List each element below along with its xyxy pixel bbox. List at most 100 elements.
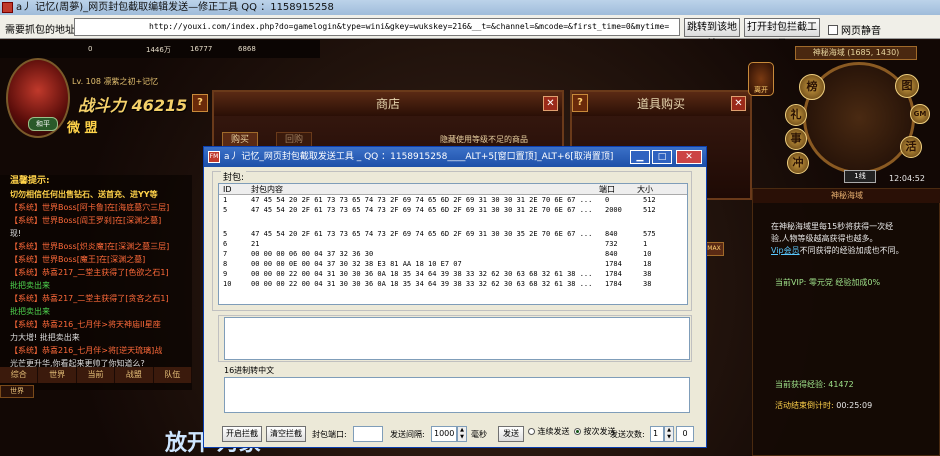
chat-line: 【系统】恭喜216_七月伴>将天神庙II星座 bbox=[10, 320, 161, 329]
packet-id: 9 bbox=[223, 270, 228, 278]
bind-gold-count: 16777 bbox=[190, 45, 213, 53]
chat-line: 切勿相信任何出售钻石、送首充、进YY等 bbox=[10, 190, 158, 199]
packet-content: 47 45 54 20 2F 61 73 73 65 74 73 2F 69 7… bbox=[251, 206, 593, 214]
jump-button[interactable]: 跳转到该地址 bbox=[684, 18, 740, 50]
continuous-send-radio[interactable]: 连续发送 bbox=[528, 426, 570, 437]
map-button[interactable]: 图 bbox=[895, 74, 919, 98]
packet-row[interactable]: 6 21 732 1 bbox=[219, 240, 687, 248]
packet-row[interactable]: 10 00 00 00 22 00 04 31 30 30 36 0A 18 35… bbox=[219, 280, 687, 288]
continuous-send-label: 连续发送 bbox=[537, 427, 570, 436]
event-desc-line: 验,人物等级越高获得也越多。 bbox=[771, 234, 878, 243]
packet-size: 575 bbox=[643, 230, 656, 238]
close-icon[interactable]: ✕ bbox=[731, 96, 746, 111]
times-label: 发送次数: bbox=[610, 430, 645, 439]
recharge-button[interactable]: 冲 bbox=[787, 152, 809, 174]
url-input[interactable]: http://youxi.com/index.php?do=gamelogin&… bbox=[74, 18, 680, 36]
packet-port: 1784 bbox=[605, 270, 622, 278]
chat-line: 【系统】世界Boss[阎王罗刹]在[深渊之墓] bbox=[10, 216, 162, 225]
chat-tab-all[interactable]: 综合 bbox=[0, 367, 39, 383]
packet-size: 10 bbox=[643, 250, 652, 258]
col-content[interactable]: 封包内容 bbox=[251, 184, 283, 195]
hex-convert-label: 16进制转中文 bbox=[224, 366, 275, 375]
packet-row[interactable]: 7 00 00 00 06 00 04 37 32 36 30 840 10 bbox=[219, 250, 687, 258]
send-button[interactable]: 发送 bbox=[498, 426, 524, 442]
packet-id: 5 bbox=[223, 206, 228, 214]
leave-button[interactable]: 离开 bbox=[748, 62, 774, 96]
countdown: 活动结束倒计时: 00:25:09 bbox=[775, 400, 872, 411]
packet-row[interactable] bbox=[219, 216, 687, 224]
send-counter: 0 bbox=[676, 426, 694, 442]
clear-intercept-button[interactable]: 清空拦截 bbox=[266, 426, 306, 442]
packet-size: 512 bbox=[643, 206, 656, 214]
countdown-label: 活动结束倒计时: bbox=[775, 401, 834, 410]
exp-gained: 当前获得经验: 41472 bbox=[775, 380, 854, 389]
packet-row[interactable]: 1 47 45 54 20 2F 61 73 73 65 74 73 2F 69 … bbox=[219, 196, 687, 204]
packet-id: 7 bbox=[223, 250, 228, 258]
start-intercept-button[interactable]: 开启拦截 bbox=[222, 426, 262, 442]
event-desc-line: 不同获得的经验加成也不同。 bbox=[799, 246, 904, 255]
chat-link[interactable]: 批把卖出来 bbox=[0, 305, 192, 318]
top-stats: 0 1446万 16777 6868 bbox=[0, 40, 320, 58]
packet-row[interactable]: 5 47 45 54 20 2F 61 73 73 65 74 73 2F 69 … bbox=[219, 206, 687, 214]
col-port[interactable]: 端口 bbox=[599, 184, 615, 195]
tool-app-icon: FM bbox=[208, 151, 220, 163]
packet-port: 1784 bbox=[605, 260, 622, 268]
packet-size: 512 bbox=[643, 196, 656, 204]
activity-button[interactable]: 活 bbox=[900, 136, 922, 158]
packet-detail-textarea[interactable] bbox=[224, 317, 690, 360]
hex-convert-textarea[interactable] bbox=[224, 377, 690, 413]
mute-checkbox[interactable]: 网页静音 bbox=[828, 22, 881, 37]
event-title: 神秘海域 bbox=[753, 189, 940, 203]
open-tool-button[interactable]: 打开封包拦截工具 bbox=[744, 18, 820, 50]
packet-size: 38 bbox=[643, 280, 652, 288]
packet-size: 1 bbox=[643, 240, 648, 248]
packet-size: 38 bbox=[643, 270, 652, 278]
shop-title: 商店 bbox=[214, 92, 562, 116]
packet-row[interactable]: 5 47 45 54 20 2F 61 73 73 65 74 73 2F 69 … bbox=[219, 230, 687, 238]
packet-list-header: ID 封包内容 端口 大小 bbox=[219, 184, 687, 195]
gm-button[interactable]: GM bbox=[910, 104, 930, 124]
window-title: a丿 记忆(周夢)_网页封包截取编辑发送—修正工具 QQ ：1158915258 bbox=[16, 2, 334, 13]
url-bar: 需要抓包的地址: http://youxi.com/index.php?do=g… bbox=[0, 15, 940, 50]
server-line-selector[interactable]: 1线 bbox=[844, 170, 876, 183]
max-button[interactable]: MAX bbox=[704, 242, 724, 256]
chat-link[interactable]: 批把卖出来 bbox=[0, 279, 192, 292]
chat-tab-world[interactable]: 世界 bbox=[38, 367, 77, 383]
col-size[interactable]: 大小 bbox=[637, 184, 653, 195]
vip-link[interactable]: Vip会员 bbox=[771, 246, 800, 255]
player-level: Lv. 108 凛紫之初+记忆 bbox=[72, 77, 159, 86]
ranking-button[interactable]: 榜 bbox=[799, 74, 825, 100]
item-purchase-title: 道具购买 bbox=[572, 92, 750, 116]
countdown-value: 00:25:09 bbox=[836, 401, 873, 410]
times-input[interactable]: 1 bbox=[650, 426, 664, 442]
chat-tab-guild[interactable]: 战盟 bbox=[115, 367, 154, 383]
packet-row[interactable]: 9 00 00 00 22 00 04 31 30 30 36 0A 18 35 … bbox=[219, 270, 687, 278]
help-icon[interactable]: ? bbox=[572, 94, 588, 112]
event-info-panel: 神秘海域 在神秘海域里每15秒将获得一次经 验,人物等级越高获得也越多。 Vip… bbox=[752, 188, 940, 456]
close-icon[interactable]: ✕ bbox=[543, 96, 558, 111]
help-icon[interactable]: ? bbox=[192, 94, 208, 112]
ms-label: 毫秒 bbox=[471, 430, 487, 439]
packet-list[interactable]: ID 封包内容 端口 大小 1 47 45 54 20 2F 61 73 73 6… bbox=[218, 183, 688, 305]
guild-name: 微 盟 bbox=[67, 121, 98, 136]
gift-button[interactable]: 礼 bbox=[785, 104, 807, 126]
packet-row[interactable]: 8 00 00 00 0E 00 04 37 30 32 38 E3 81 AA … bbox=[219, 260, 687, 268]
interval-spinner[interactable]: ▲ ▼ bbox=[457, 426, 467, 442]
packet-id: 8 bbox=[223, 260, 228, 268]
minimize-icon[interactable]: ▁ bbox=[630, 150, 650, 164]
diamond-count: 0 bbox=[88, 45, 93, 53]
world-channel-button[interactable]: 世界 bbox=[0, 385, 34, 398]
times-spinner[interactable]: ▲ ▼ bbox=[664, 426, 674, 442]
close-icon[interactable]: ✕ bbox=[676, 150, 702, 164]
mute-label: 网页静音 bbox=[841, 26, 881, 37]
chat-line: 【系统】恭喜217_二堂主获得了[贪吝之石1] bbox=[10, 294, 169, 303]
maximize-icon[interactable]: □ bbox=[652, 150, 672, 164]
shop-hide-hint[interactable]: 隐藏使用等级不足的商品 bbox=[440, 134, 528, 145]
col-id[interactable]: ID bbox=[223, 184, 232, 195]
chat-tab-local[interactable]: 当前 bbox=[77, 367, 116, 383]
peace-mode-badge[interactable]: 和平 bbox=[28, 117, 58, 131]
event-button[interactable]: 事 bbox=[785, 128, 807, 150]
interval-input[interactable]: 1000 bbox=[431, 426, 457, 442]
port-input[interactable] bbox=[353, 426, 383, 442]
chat-tab-team[interactable]: 队伍 bbox=[154, 367, 193, 383]
